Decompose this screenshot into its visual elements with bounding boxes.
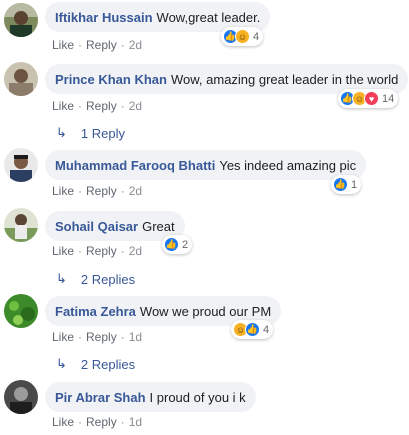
- like-link[interactable]: Like: [52, 244, 74, 258]
- reply-link[interactable]: Reply: [86, 38, 117, 52]
- reply-arrow-icon: ↳: [56, 356, 67, 371]
- reply-link[interactable]: Reply: [86, 330, 117, 344]
- commenter-name[interactable]: Pir Abrar Shah: [55, 390, 146, 405]
- avatar[interactable]: [4, 148, 38, 182]
- comment-bubble: Muhammad Farooq Bhatti Yes indeed amazin…: [45, 150, 367, 180]
- commenter-name[interactable]: Iftikhar Hussain: [55, 10, 153, 25]
- avatar[interactable]: [4, 294, 38, 328]
- commenter-name[interactable]: Prince Khan Khan: [55, 72, 167, 87]
- view-replies-link[interactable]: ↳ 1 Reply: [56, 125, 125, 141]
- reactions-badge[interactable]: 👍 ☺ 4: [221, 27, 264, 46]
- reactions-badge[interactable]: ☺ 👍 4: [231, 320, 274, 339]
- timestamp[interactable]: 2d: [129, 99, 142, 113]
- reactions-badge[interactable]: 👍 1: [331, 175, 362, 194]
- like-link[interactable]: Like: [52, 415, 74, 429]
- reactions-badge[interactable]: 👍 ☺ ♥ 14: [338, 89, 399, 108]
- timestamp[interactable]: 1d: [129, 415, 142, 429]
- like-link[interactable]: Like: [52, 330, 74, 344]
- like-icon: 👍: [164, 237, 179, 252]
- comment-text: Wow,great leader.: [156, 9, 261, 25]
- reactions-count: 14: [382, 92, 395, 105]
- reply-link[interactable]: Reply: [86, 415, 117, 429]
- comment-text: Great: [142, 218, 175, 234]
- view-replies-link[interactable]: ↳ 2 Replies: [56, 356, 135, 372]
- reactions-count: 4: [253, 30, 260, 43]
- comment-actions: Like · Reply · 2d: [52, 244, 143, 258]
- reply-link[interactable]: Reply: [86, 184, 117, 198]
- timestamp[interactable]: 2d: [129, 244, 142, 258]
- comment-text: Wow, amazing great leader in the world: [170, 71, 399, 87]
- haha-icon: ☺: [235, 29, 250, 44]
- reply-link[interactable]: Reply: [86, 99, 117, 113]
- comment-text: I proud of you i k: [149, 389, 246, 405]
- avatar[interactable]: [4, 380, 38, 414]
- replies-label: 2 Replies: [80, 271, 136, 287]
- commenter-name[interactable]: Fatima Zehra: [55, 304, 136, 319]
- avatar[interactable]: [4, 208, 38, 242]
- avatar[interactable]: [4, 3, 38, 37]
- replies-label: 1 Reply: [80, 125, 125, 141]
- timestamp[interactable]: 1d: [129, 330, 142, 344]
- timestamp[interactable]: 2d: [129, 38, 142, 52]
- reactions-count: 2: [182, 238, 189, 251]
- like-link[interactable]: Like: [52, 38, 74, 52]
- comment-actions: Like · Reply · 1d: [52, 415, 143, 429]
- like-link[interactable]: Like: [52, 184, 74, 198]
- comment-actions: Like · Reply · 2d: [52, 99, 143, 113]
- reply-arrow-icon: ↳: [56, 125, 67, 140]
- comment-actions: Like · Reply · 2d: [52, 184, 143, 198]
- like-icon: 👍: [245, 322, 260, 337]
- comment-actions: Like · Reply · 2d: [52, 38, 143, 52]
- comment-text: Wow we proud our PM: [139, 303, 272, 319]
- comment-bubble: Sohail Qaisar Great: [45, 211, 185, 241]
- like-icon: 👍: [333, 177, 348, 192]
- timestamp[interactable]: 2d: [129, 184, 142, 198]
- reactions-badge[interactable]: 👍 2: [162, 235, 193, 254]
- avatar[interactable]: [4, 62, 38, 96]
- commenter-name[interactable]: Muhammad Farooq Bhatti: [55, 158, 215, 173]
- comment-text: Yes indeed amazing pic: [219, 157, 357, 173]
- view-replies-link[interactable]: ↳ 2 Replies: [56, 271, 135, 287]
- love-icon: ♥: [364, 91, 379, 106]
- reply-link[interactable]: Reply: [86, 244, 117, 258]
- reactions-count: 4: [263, 323, 270, 336]
- like-link[interactable]: Like: [52, 99, 74, 113]
- comment-actions: Like · Reply · 1d: [52, 330, 143, 344]
- reactions-count: 1: [351, 178, 358, 191]
- reply-arrow-icon: ↳: [56, 271, 67, 286]
- comment-bubble: Pir Abrar Shah I proud of you i k: [45, 382, 256, 412]
- commenter-name[interactable]: Sohail Qaisar: [55, 219, 138, 234]
- replies-label: 2 Replies: [80, 356, 136, 372]
